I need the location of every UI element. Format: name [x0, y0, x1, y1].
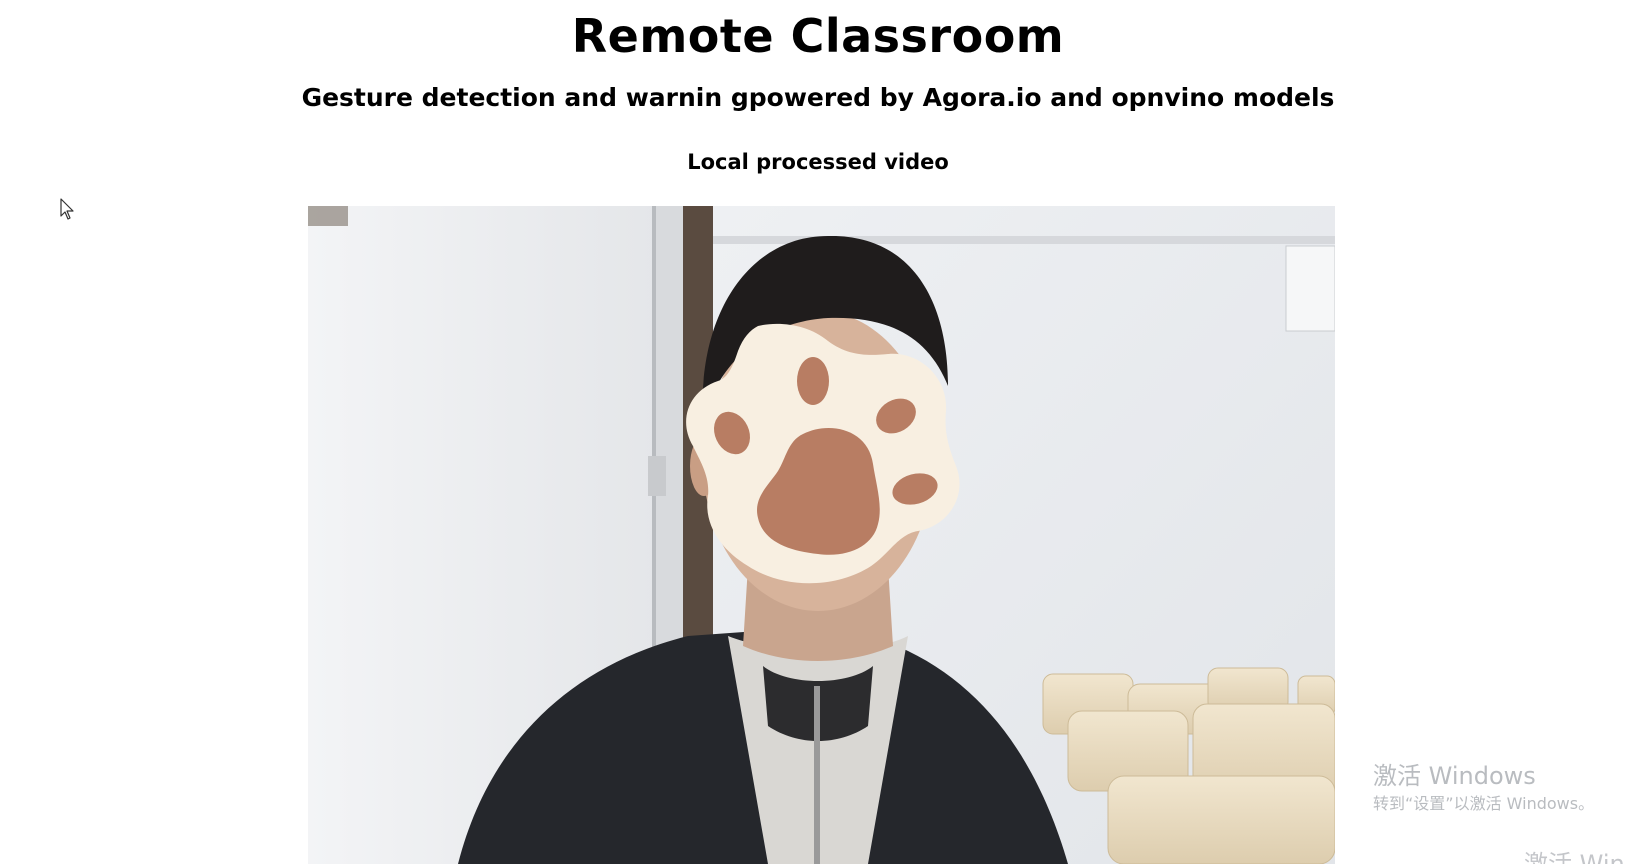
mouse-pointer-icon — [60, 198, 74, 220]
windows-activation-watermark: 激活 Windows 转到“设置”以激活 Windows。 — [1373, 760, 1594, 816]
local-video-heading: Local processed video — [687, 150, 949, 174]
page-title: Remote Classroom — [571, 9, 1065, 63]
local-video[interactable] — [308, 206, 1335, 864]
watermark-subtitle: 转到“设置”以激活 Windows。 — [1373, 794, 1595, 813]
video-frame-image — [308, 206, 1335, 864]
watermark-repeat: 激活 Win — [1524, 850, 1625, 864]
watermark-title: 激活 Windows — [1373, 762, 1536, 790]
page-subtitle: Gesture detection and warnin gpowered by… — [301, 83, 1335, 112]
